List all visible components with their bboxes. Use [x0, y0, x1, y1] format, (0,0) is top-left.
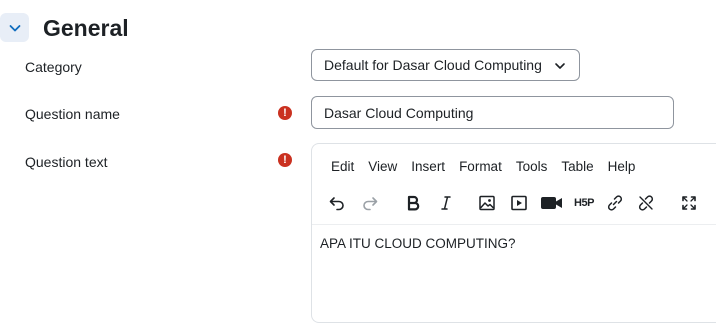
- bold-icon: [407, 195, 420, 211]
- menu-help[interactable]: Help: [608, 158, 636, 176]
- menu-view[interactable]: View: [368, 158, 397, 176]
- editor-content[interactable]: APA ITU CLOUD COMPUTING?: [320, 235, 516, 253]
- insert-image-button[interactable]: [476, 192, 498, 214]
- toolbar-divider: [312, 224, 716, 225]
- insert-link-button[interactable]: [604, 192, 626, 214]
- video-camera-icon: [541, 197, 562, 209]
- italic-icon: [441, 196, 451, 210]
- fullscreen-button[interactable]: [678, 192, 700, 214]
- menu-edit[interactable]: Edit: [331, 158, 354, 176]
- unlink-button[interactable]: [635, 192, 657, 214]
- menu-format[interactable]: Format: [459, 158, 502, 176]
- category-select-value: Default for Dasar Cloud Computing: [324, 57, 542, 73]
- question-name-label: Question name: [25, 106, 120, 122]
- category-label: Category: [25, 59, 82, 75]
- editor-menubar: Edit View Insert Format Tools Table Help: [331, 158, 649, 176]
- menu-table[interactable]: Table: [561, 158, 593, 176]
- media-icon: [511, 195, 527, 211]
- required-icon: !: [278, 106, 292, 120]
- question-name-input[interactable]: Dasar Cloud Computing: [311, 96, 674, 129]
- menu-insert[interactable]: Insert: [411, 158, 445, 176]
- link-icon: [607, 195, 623, 211]
- undo-icon: [329, 197, 344, 211]
- italic-button[interactable]: [435, 192, 457, 214]
- question-name-value: Dasar Cloud Computing: [324, 104, 474, 121]
- menu-tools[interactable]: Tools: [516, 158, 548, 176]
- required-icon: !: [278, 153, 292, 167]
- bold-button[interactable]: [402, 192, 424, 214]
- redo-icon: [363, 197, 378, 211]
- insert-media-button[interactable]: [508, 192, 530, 214]
- category-select[interactable]: Default for Dasar Cloud Computing: [311, 49, 580, 81]
- record-video-button[interactable]: [539, 192, 565, 214]
- chevron-down-icon: [555, 63, 565, 69]
- unlink-icon: [638, 195, 654, 211]
- section-title: General: [43, 15, 129, 41]
- image-icon: [479, 195, 495, 211]
- question-text-editor[interactable]: Edit View Insert Format Tools Table Help: [311, 143, 716, 323]
- question-text-label: Question text: [25, 154, 108, 170]
- h5p-icon: H5P: [574, 197, 594, 209]
- collapse-section-button[interactable]: [0, 13, 29, 42]
- h5p-button[interactable]: H5P: [570, 192, 598, 214]
- fullscreen-icon: [682, 196, 696, 210]
- undo-button[interactable]: [326, 192, 348, 214]
- redo-button[interactable]: [359, 192, 381, 214]
- chevron-down-icon: [9, 24, 20, 31]
